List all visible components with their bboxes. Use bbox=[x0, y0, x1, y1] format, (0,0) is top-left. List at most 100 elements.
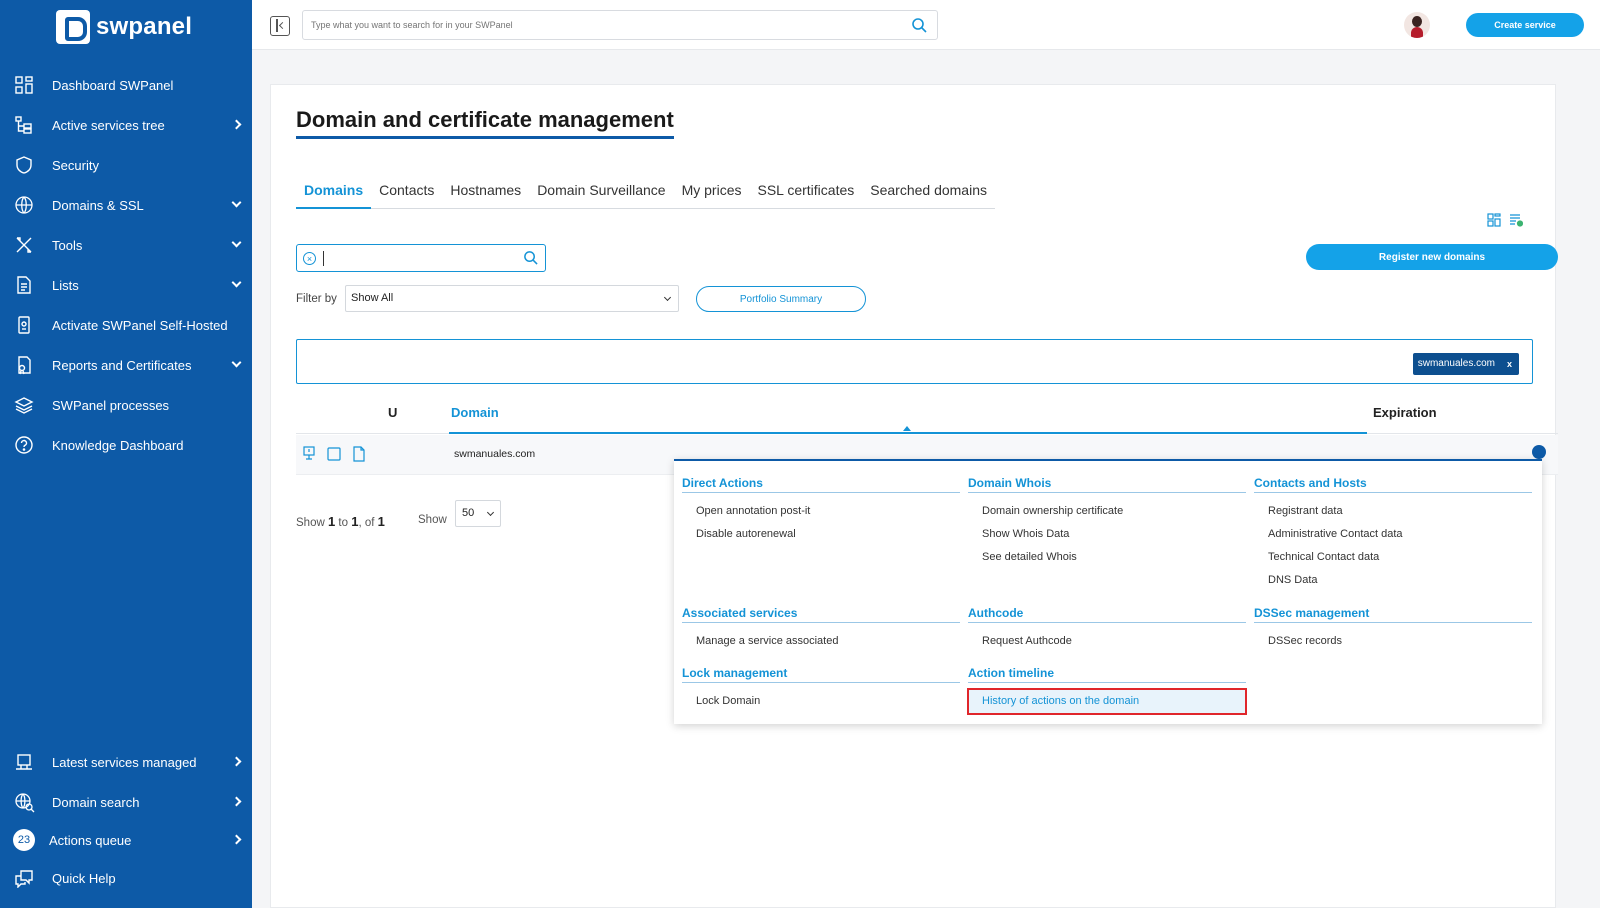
chevron-down-icon bbox=[231, 357, 242, 368]
text-caret bbox=[323, 251, 324, 266]
dashboard-icon bbox=[12, 73, 36, 97]
section-direct-actions: Direct Actions bbox=[682, 476, 960, 493]
report-icon bbox=[12, 353, 36, 377]
tab-ssl-certificates[interactable]: SSL certificates bbox=[750, 179, 863, 209]
menu-item-registrant-data[interactable]: Registrant data bbox=[1268, 505, 1343, 517]
sorted-column-indicator bbox=[449, 432, 1367, 434]
sidebar-item-dashboard[interactable]: Dashboard SWPanel bbox=[0, 65, 252, 105]
search-icon[interactable] bbox=[911, 17, 927, 38]
sidebar-item-quick-help[interactable]: Quick Help bbox=[0, 858, 252, 898]
column-header-domain[interactable]: Domain bbox=[451, 405, 499, 420]
sidebar-item-reports-certificates[interactable]: Reports and Certificates bbox=[0, 345, 252, 385]
sidebar-item-label: Active services tree bbox=[52, 117, 165, 133]
domain-filter-search[interactable]: × bbox=[296, 244, 546, 272]
monitor-alert-icon[interactable] bbox=[302, 446, 316, 467]
sidebar-item-label: SWPanel processes bbox=[52, 397, 170, 413]
chevron-down-icon bbox=[231, 197, 242, 208]
sidebar-item-active-services-tree[interactable]: Active services tree bbox=[0, 105, 252, 145]
chevron-right-icon bbox=[231, 756, 242, 767]
menu-item-dns-data[interactable]: DNS Data bbox=[1268, 574, 1318, 586]
tab-searched-domains[interactable]: Searched domains bbox=[862, 179, 995, 209]
menu-item-show-whois[interactable]: Show Whois Data bbox=[982, 528, 1069, 540]
sidebar-item-activate-self-hosted[interactable]: Activate SWPanel Self-Hosted bbox=[0, 305, 252, 345]
menu-item-manage-associated-service[interactable]: Manage a service associated bbox=[696, 635, 838, 647]
per-page-label: Show bbox=[418, 514, 447, 526]
section-domain-whois: Domain Whois bbox=[968, 476, 1246, 493]
filter-chip-label: swmanuales.com bbox=[1417, 358, 1495, 369]
chevron-down-icon bbox=[231, 237, 242, 248]
clear-filter-icon[interactable]: × bbox=[303, 252, 316, 265]
grid-view-icon[interactable] bbox=[1487, 213, 1501, 232]
menu-item-lock-domain[interactable]: Lock Domain bbox=[696, 695, 760, 707]
global-search bbox=[302, 10, 938, 40]
tab-domains[interactable]: Domains bbox=[296, 179, 372, 209]
sidebar-item-knowledge-dashboard[interactable]: Knowledge Dashboard bbox=[0, 425, 252, 465]
row-actions bbox=[302, 446, 366, 467]
menu-item-request-authcode[interactable]: Request Authcode bbox=[982, 635, 1072, 647]
view-toggle bbox=[1487, 213, 1524, 232]
register-new-domains-button[interactable]: Register new domains bbox=[1306, 244, 1558, 270]
sidebar: swpanel Dashboard SWPanel Active service… bbox=[0, 0, 252, 908]
filter-chip[interactable]: swmanuales.com x bbox=[1412, 353, 1519, 375]
domain-actions-menu: Direct Actions Open annotation post-it D… bbox=[674, 459, 1542, 724]
menu-item-admin-contact[interactable]: Administrative Contact data bbox=[1268, 528, 1403, 540]
avatar[interactable] bbox=[1404, 12, 1430, 38]
row-domain[interactable]: swmanuales.com bbox=[454, 448, 535, 460]
tab-contacts[interactable]: Contacts bbox=[371, 179, 442, 209]
filter-label: Filter by bbox=[296, 293, 337, 305]
sort-arrow-icon bbox=[903, 426, 911, 431]
sidebar-item-tools[interactable]: Tools bbox=[0, 225, 252, 265]
sidebar-item-security[interactable]: Security bbox=[0, 145, 252, 185]
help-circle-icon bbox=[12, 433, 36, 457]
create-service-button[interactable]: Create service bbox=[1466, 13, 1584, 37]
pagination-show-prefix: Show bbox=[296, 517, 325, 529]
section-dssec: DSSec management bbox=[1254, 606, 1532, 623]
sidebar-item-lists[interactable]: Lists bbox=[0, 265, 252, 305]
checkbox-icon[interactable] bbox=[326, 446, 342, 467]
sidebar-item-domain-search[interactable]: Domain search bbox=[0, 782, 252, 822]
shield-icon bbox=[12, 153, 36, 177]
column-header-expiration[interactable]: Expiration bbox=[1373, 405, 1437, 420]
column-header-u[interactable]: U bbox=[388, 405, 397, 420]
tools-icon bbox=[12, 233, 36, 257]
chevron-down-icon bbox=[486, 508, 495, 517]
pagination-of-word: of bbox=[364, 517, 375, 529]
portfolio-summary-button[interactable]: Portfolio Summary bbox=[696, 286, 866, 312]
menu-item-open-annotation[interactable]: Open annotation post-it bbox=[696, 505, 810, 517]
menu-item-ownership-certificate[interactable]: Domain ownership certificate bbox=[982, 505, 1123, 517]
sidebar-item-domains-ssl[interactable]: Domains & SSL bbox=[0, 185, 252, 225]
tab-domain-surveillance[interactable]: Domain Surveillance bbox=[529, 179, 673, 209]
section-lock-management: Lock management bbox=[682, 666, 960, 683]
tree-icon bbox=[12, 113, 36, 137]
sidebar-item-latest-services[interactable]: Latest services managed bbox=[0, 742, 252, 782]
close-icon[interactable]: x bbox=[1507, 353, 1512, 375]
sidebar-item-label: Latest services managed bbox=[52, 754, 197, 770]
chat-icon bbox=[12, 866, 36, 890]
list-view-icon[interactable] bbox=[1509, 213, 1524, 232]
tab-my-prices[interactable]: My prices bbox=[674, 179, 750, 209]
menu-item-detailed-whois[interactable]: See detailed Whois bbox=[982, 551, 1077, 563]
tabs: Domains Contacts Hostnames Domain Survei… bbox=[296, 179, 995, 209]
section-associated-services: Associated services bbox=[682, 606, 960, 623]
section-contacts-hosts: Contacts and Hosts bbox=[1254, 476, 1532, 493]
menu-item-disable-autorenewal[interactable]: Disable autorenewal bbox=[696, 528, 796, 540]
sidebar-item-swpanel-processes[interactable]: SWPanel processes bbox=[0, 385, 252, 425]
pagination-total: 1 bbox=[377, 514, 385, 529]
sidebar-item-label: Activate SWPanel Self-Hosted bbox=[52, 317, 228, 333]
sidebar-item-label: Actions queue bbox=[49, 832, 132, 848]
per-page-select[interactable]: 50 bbox=[455, 500, 501, 527]
brand-logo[interactable]: swpanel bbox=[56, 10, 192, 44]
sidebar-item-actions-queue[interactable]: 23 Actions queue bbox=[0, 820, 252, 860]
collapse-sidebar-icon[interactable] bbox=[270, 16, 290, 36]
menu-item-history-of-actions[interactable]: History of actions on the domain bbox=[982, 695, 1139, 707]
filter-select[interactable]: Show All bbox=[345, 285, 679, 312]
menu-item-technical-contact[interactable]: Technical Contact data bbox=[1268, 551, 1379, 563]
menu-item-dssec-records[interactable]: DSSec records bbox=[1268, 635, 1342, 647]
search-icon[interactable] bbox=[523, 250, 538, 270]
file-icon[interactable] bbox=[352, 446, 366, 467]
filter-select-value: Show All bbox=[351, 292, 394, 304]
document-icon bbox=[12, 273, 36, 297]
global-search-input[interactable] bbox=[303, 11, 883, 39]
tab-hostnames[interactable]: Hostnames bbox=[442, 179, 529, 209]
row-menu-toggle[interactable] bbox=[1532, 445, 1546, 459]
